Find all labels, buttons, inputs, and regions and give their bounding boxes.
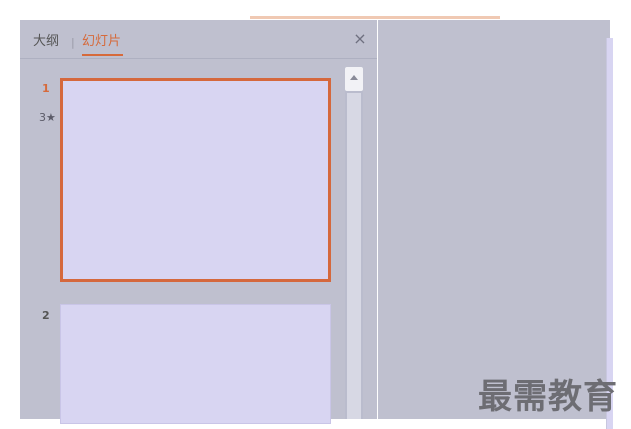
tab-slides[interactable]: 幻灯片 — [82, 34, 124, 56]
slide-number: 1 — [42, 82, 50, 95]
panel-tabs: 大纲 | 幻灯片 × — [20, 20, 377, 59]
slide-number: 2 — [42, 309, 50, 322]
animation-marker-icon: ⁠⁠⁠⁠⁠⁠⁠⁠⁠⁠⁠⁠3★ — [39, 111, 56, 124]
top-accent — [250, 16, 500, 19]
presentation-editor: 大纲 | 幻灯片 × 1 ⁠⁠⁠⁠⁠⁠⁠⁠⁠⁠⁠⁠3★ 2 最需教育 — [0, 0, 631, 429]
slide-thumbnail-2[interactable] — [60, 304, 331, 424]
scroll-thumb[interactable] — [347, 93, 361, 419]
close-icon[interactable]: × — [353, 31, 367, 47]
slides-panel: 大纲 | 幻灯片 × 1 ⁠⁠⁠⁠⁠⁠⁠⁠⁠⁠⁠⁠3★ 2 — [20, 20, 377, 424]
tab-separator: | — [71, 36, 75, 49]
editing-workspace — [378, 20, 610, 419]
watermark: 最需教育 — [478, 377, 618, 417]
slide-thumbnail-1[interactable] — [60, 78, 331, 282]
page-edge — [613, 20, 631, 429]
tab-outline[interactable]: 大纲 — [33, 34, 59, 50]
scrollbar[interactable] — [345, 67, 363, 419]
scroll-up-arrow-icon[interactable] — [345, 67, 363, 91]
top-strip — [0, 0, 631, 20]
